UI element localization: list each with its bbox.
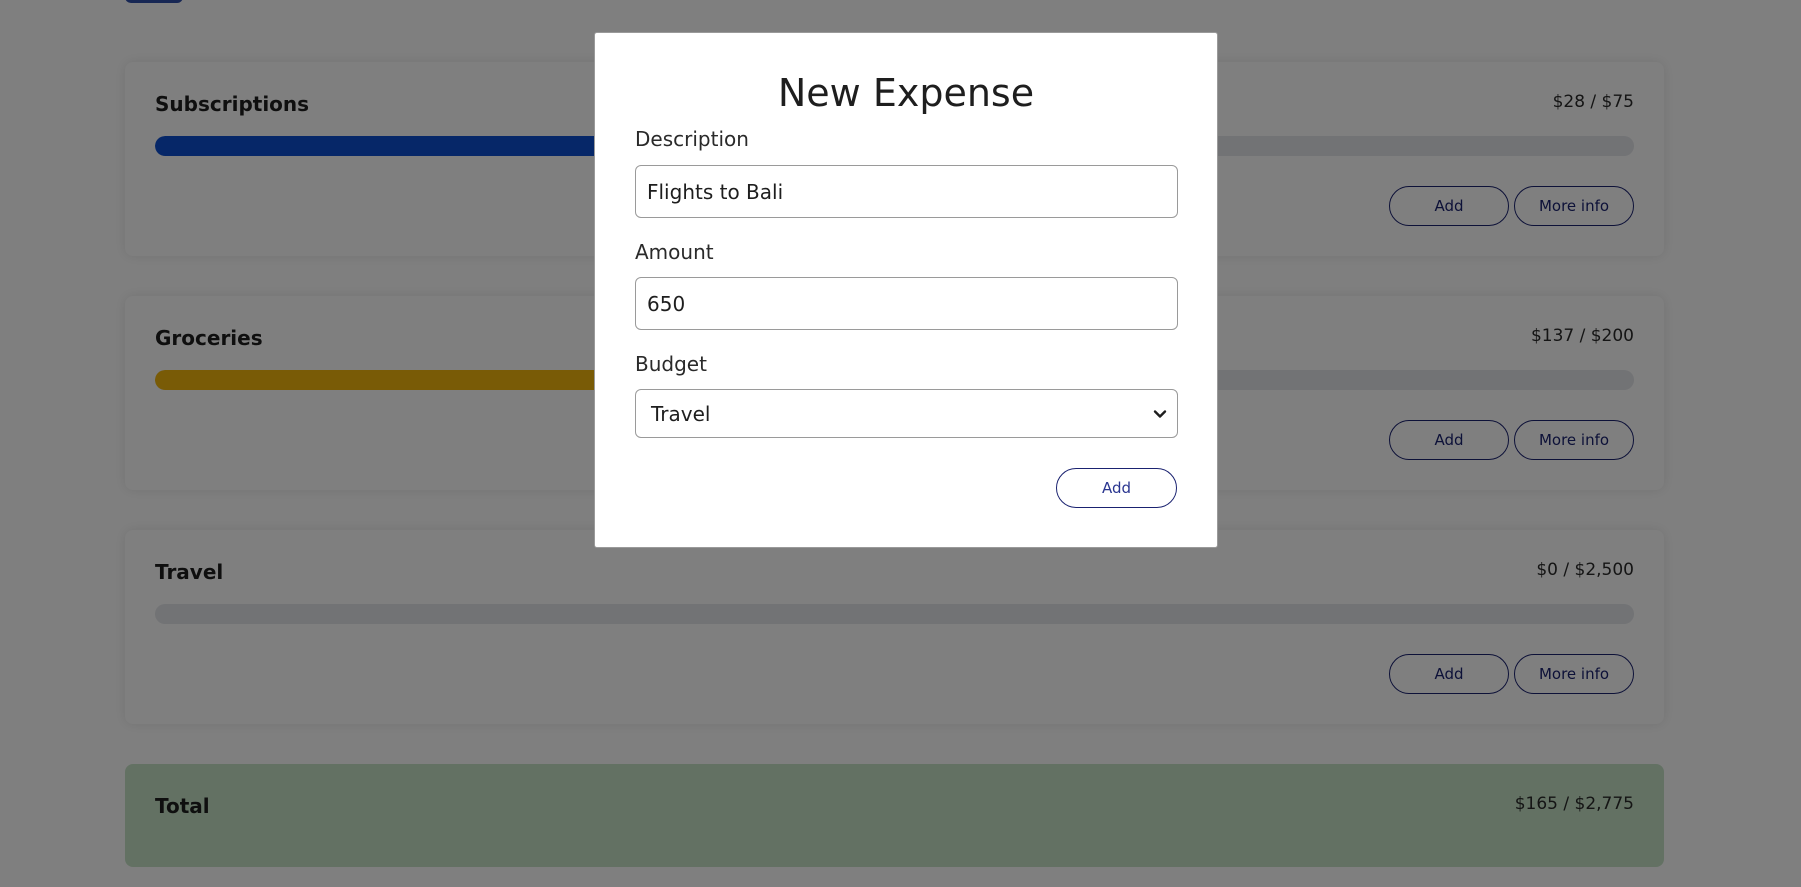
amount-input[interactable] — [635, 277, 1178, 330]
description-label: Description — [635, 127, 749, 151]
amount-label: Amount — [635, 240, 714, 264]
chevron-down-icon — [1153, 410, 1167, 418]
description-input[interactable] — [635, 165, 1178, 218]
budget-label: Budget — [635, 352, 707, 376]
new-expense-modal: New Expense Description Amount Budget Tr… — [594, 32, 1218, 548]
budget-select[interactable]: Travel — [635, 389, 1178, 438]
budget-select-value: Travel — [651, 402, 711, 426]
budget-page: Subscriptions $28 / $75 Add More info Gr… — [0, 0, 1801, 887]
modal-title: New Expense — [777, 71, 1035, 115]
submit-expense-button[interactable]: Add — [1056, 468, 1177, 508]
